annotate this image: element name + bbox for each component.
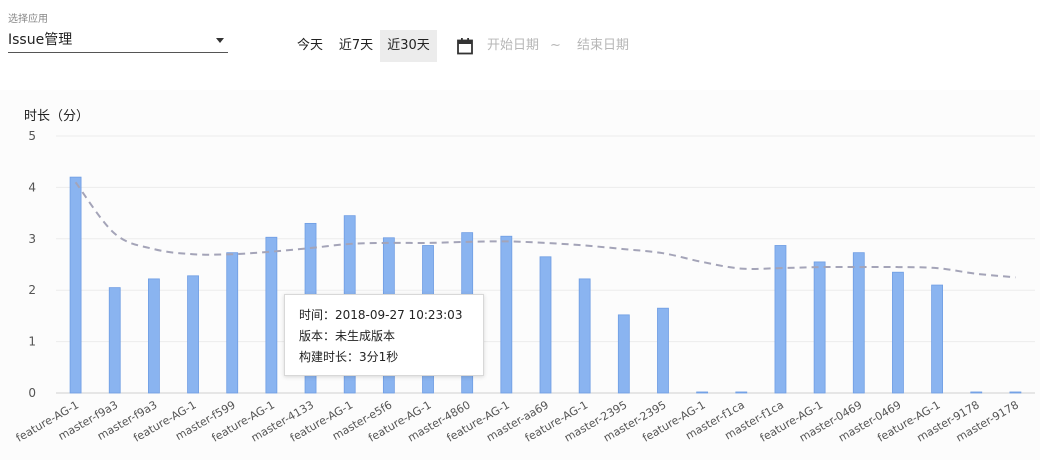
y-tick-label: 1 [28,335,36,349]
bar [735,391,748,394]
bar [617,314,630,394]
bar [657,307,669,394]
bar [892,271,904,394]
tooltip-version: 版本：未生成版本 [299,329,396,343]
y-tick-label: 4 [28,180,36,194]
bar [813,261,826,394]
bar [1009,391,1022,394]
app-selector[interactable]: 选择应用 Issue管理 [8,14,228,53]
bar [265,236,278,394]
bar [539,256,552,394]
app-select-field[interactable]: Issue管理 [8,30,228,53]
bar [108,287,121,394]
y-tick-label: 3 [28,232,36,246]
end-date-input[interactable]: 结束日期 [577,38,629,54]
app-selector-label: 选择应用 [8,14,48,25]
dropdown-arrow-icon[interactable] [216,38,224,43]
app-select-value: Issue管理 [8,32,73,48]
y-axis-title: 时长（分） [24,109,89,124]
range-7days-button[interactable]: 近7天 [334,30,378,62]
bar [500,235,513,394]
calendar-icon[interactable] [456,37,474,55]
bar [147,278,160,394]
y-tick-label: 0 [28,386,36,400]
tooltip-time: 时间：2018-09-27 10:23:03 [299,308,463,322]
chart-tooltip: 时间：2018-09-27 10:23:03 版本：未生成版本 构建时长：3分1… [284,294,484,376]
build-duration-chart: 时长（分）012345feature-AG-1master-f9a3master… [14,109,1035,445]
range-today-button[interactable]: 今天 [288,30,332,62]
range-30days-button[interactable]: 近30天 [380,30,437,62]
date-separator: ~ [550,38,561,53]
bar [852,252,865,394]
bar [970,391,983,394]
y-tick-label: 2 [28,283,36,297]
start-date-input[interactable]: 开始日期 [487,38,539,54]
bar [696,391,709,394]
bar [226,252,239,394]
bar [187,275,199,394]
y-tick-label: 5 [28,129,36,143]
bar [578,278,591,394]
bar [931,284,943,394]
tooltip-duration: 构建时长：3分1秒 [299,350,399,364]
bar [69,176,82,394]
